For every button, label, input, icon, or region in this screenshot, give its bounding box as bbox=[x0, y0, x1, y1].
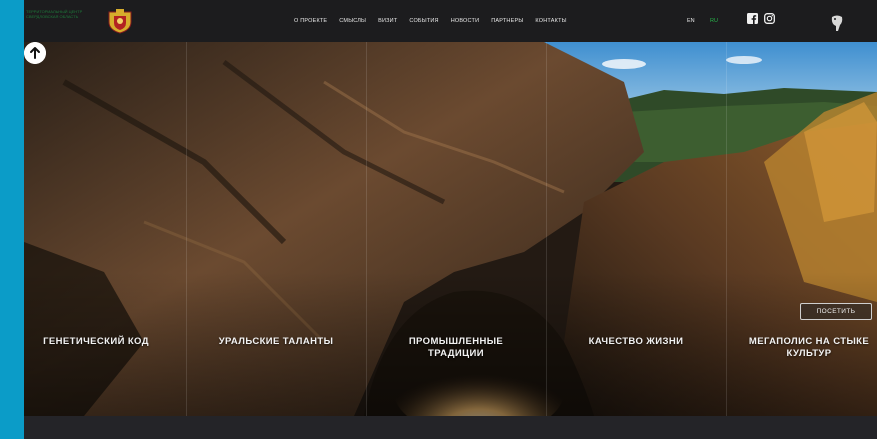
main-nav: О проекте Смыслы Визит События Новости П… bbox=[294, 18, 579, 24]
instagram-icon[interactable] bbox=[764, 13, 775, 24]
category-ural-talents[interactable]: Уральские таланты bbox=[201, 336, 351, 348]
nav-item-contacts[interactable]: Контакты bbox=[535, 18, 566, 24]
column-divider bbox=[186, 42, 187, 416]
mascot-icon[interactable] bbox=[830, 14, 844, 32]
nav-item-events[interactable]: События bbox=[409, 18, 438, 24]
category-genetic-code[interactable]: Генетический код bbox=[24, 336, 171, 348]
nav-item-visit[interactable]: Визит bbox=[378, 18, 397, 24]
column-divider bbox=[366, 42, 367, 416]
lang-ru-link[interactable]: RU bbox=[710, 18, 718, 24]
coat-of-arms-icon[interactable] bbox=[106, 8, 134, 34]
facebook-icon[interactable] bbox=[747, 13, 758, 24]
category-industrial-traditions[interactable]: Промышленные традиции bbox=[381, 336, 531, 360]
nav-item-about[interactable]: О проекте bbox=[294, 18, 327, 24]
lang-en-link[interactable]: EN bbox=[687, 18, 695, 24]
left-accent-strip bbox=[0, 0, 24, 439]
page: Территориальный центр Свердловская облас… bbox=[24, 0, 877, 439]
site-header: Территориальный центр Свердловская облас… bbox=[24, 0, 877, 42]
nav-item-news[interactable]: Новости bbox=[451, 18, 480, 24]
column-divider bbox=[546, 42, 547, 416]
nav-item-partners[interactable]: Партнеры bbox=[491, 18, 523, 24]
column-divider bbox=[726, 42, 727, 416]
arrow-up-icon[interactable] bbox=[24, 42, 46, 64]
bottom-bar bbox=[24, 416, 877, 439]
nav-item-meanings[interactable]: Смыслы bbox=[339, 18, 366, 24]
hero-banner: Посетить Генетический код Уральские тала… bbox=[24, 42, 877, 416]
category-quality-of-life[interactable]: Качество жизни bbox=[561, 336, 711, 348]
logo-text[interactable]: Территориальный центр Свердловская облас… bbox=[26, 9, 102, 19]
category-megapolis[interactable]: Мегаполис на стыке культур bbox=[734, 336, 877, 360]
visit-button[interactable]: Посетить bbox=[800, 303, 872, 320]
